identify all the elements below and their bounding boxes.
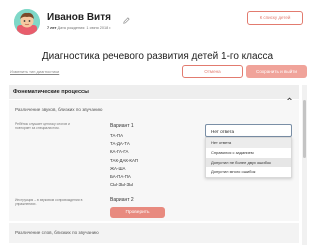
subsection-title: Различение звуков, близких по звучанию bbox=[15, 107, 103, 112]
answer-select[interactable]: Нет ответа bbox=[205, 124, 292, 141]
scrollbar-thumb[interactable] bbox=[303, 100, 306, 158]
section-title: Фонематические процессы bbox=[13, 89, 89, 95]
dropdown-option-many-errors[interactable]: Допустил много ошибок bbox=[206, 167, 291, 177]
answer-dropdown: Нет ответа Справился с заданием Допустил… bbox=[205, 137, 292, 179]
syllable-item: СЫ-ЗЫ-ЗЫ bbox=[110, 182, 134, 188]
instruction-text-1: Ребёнок слушает цепочку слогов и повторя… bbox=[15, 122, 70, 131]
avatar bbox=[14, 9, 40, 35]
variant-1-label: Вариант 1 bbox=[110, 123, 134, 129]
check-button[interactable]: Проверить bbox=[110, 207, 165, 218]
syllable-item: КА-ГА-ГА bbox=[110, 149, 129, 155]
answer-select-value: Нет ответа bbox=[211, 128, 235, 134]
child-name: Иванов Витя bbox=[47, 12, 111, 23]
change-diagnostic-type-link[interactable]: Изменить тип диагностики bbox=[10, 69, 59, 74]
child-avatar-icon bbox=[14, 9, 40, 35]
child-birth-date: Дата рождения: 1 июня 2018 г. bbox=[57, 26, 112, 30]
variant-2-label: Вариант 2 bbox=[110, 197, 134, 203]
child-meta: 7 лет Дата рождения: 1 июня 2018 г. bbox=[47, 26, 111, 30]
instruction-text-2: Инструкция – в звуковом сопровождении в … bbox=[15, 198, 83, 207]
syllable-item: БА-ПА-ПА bbox=[110, 174, 131, 180]
section-header[interactable]: Фонематические процессы bbox=[9, 85, 299, 102]
cancel-button[interactable]: Отмена bbox=[182, 65, 243, 78]
dropdown-option-two-errors[interactable]: Допустил не более двух ошибок bbox=[206, 157, 291, 168]
syllable-item: ТА-ПА bbox=[110, 133, 124, 138]
next-subsection-title: Различение слов, близких по звучанию bbox=[15, 230, 99, 235]
child-age: 7 лет bbox=[47, 26, 57, 30]
syllable-item: ЖА-ША bbox=[110, 165, 126, 171]
dropdown-option-no-answer[interactable]: Нет ответа bbox=[206, 138, 291, 148]
page-title: Диагностика речевого развития детей 1-го… bbox=[41, 51, 274, 62]
syllable-list: ТА-ПА ТА-ДА-ТА КА-ГА-ГА ТАК-ДАК-КАП ЖА-Ш… bbox=[110, 132, 138, 189]
syllable-item: ТАК-ДАК-КАП bbox=[110, 157, 138, 163]
save-and-exit-button[interactable]: Сохранить и выйти bbox=[246, 65, 307, 78]
dropdown-option-completed[interactable]: Справился с заданием bbox=[206, 148, 291, 158]
next-subsection[interactable]: Различение слов, близких по звучанию bbox=[9, 223, 299, 243]
pencil-icon[interactable] bbox=[123, 11, 130, 29]
syllable-item: ТА-ДА-ТА bbox=[110, 141, 130, 147]
back-to-children-button[interactable]: К списку детей bbox=[247, 11, 303, 25]
